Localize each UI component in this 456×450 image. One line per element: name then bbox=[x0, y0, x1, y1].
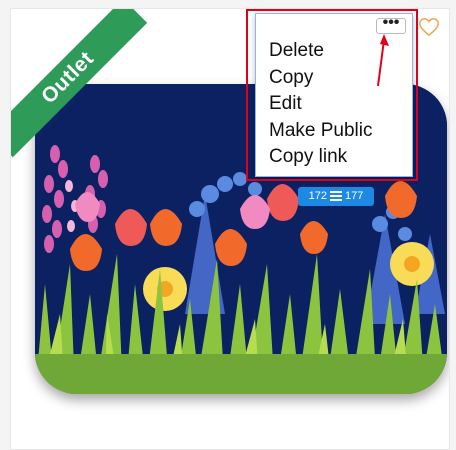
dimension-badge: 172 177 bbox=[298, 187, 374, 206]
ruler-icon bbox=[330, 190, 342, 203]
dimension-left: 172 bbox=[308, 190, 327, 202]
dimension-right: 177 bbox=[345, 190, 364, 202]
highlight-frame bbox=[246, 9, 418, 181]
heart-outline-icon[interactable] bbox=[418, 16, 440, 38]
outlet-ribbon: Outlet bbox=[11, 9, 181, 179]
outlet-badge: Outlet bbox=[11, 9, 148, 158]
annotation-arrow-icon bbox=[377, 34, 389, 87]
